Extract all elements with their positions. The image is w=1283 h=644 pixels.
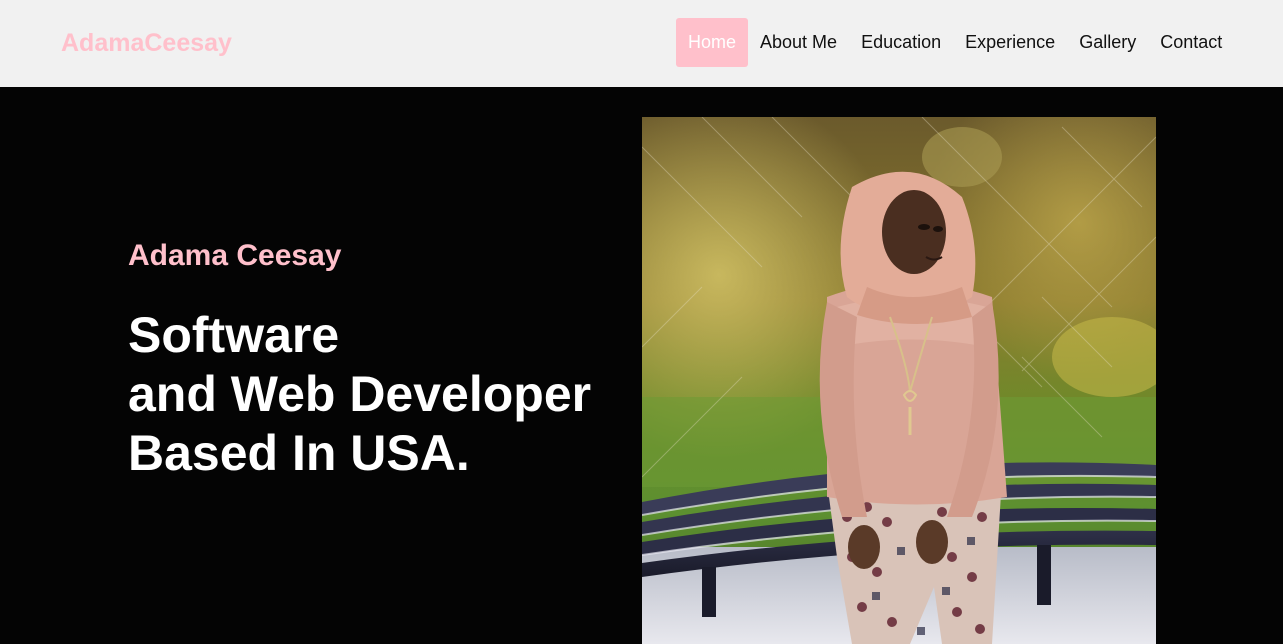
- nav-link-experience[interactable]: Experience: [953, 18, 1067, 67]
- nav-link-gallery[interactable]: Gallery: [1067, 18, 1148, 67]
- headline-line-2: and Web Developer: [128, 366, 592, 422]
- nav-menu: Home About Me Education Experience Galle…: [676, 18, 1234, 67]
- nav-link-home[interactable]: Home: [676, 18, 749, 67]
- navbar: AdamaCeesay Home About Me Education Expe…: [0, 0, 1283, 87]
- brand-logo[interactable]: AdamaCeesay: [61, 28, 232, 58]
- hero-name: Adama Ceesay: [128, 239, 342, 272]
- hero-headline: Software and Web Developer Based In USA.: [128, 306, 591, 483]
- headline-line-1: Software: [128, 307, 340, 363]
- nav-link-education[interactable]: Education: [849, 18, 953, 67]
- profile-photo: [642, 117, 1156, 644]
- nav-link-contact[interactable]: Contact: [1148, 18, 1234, 67]
- headline-line-3: Based In USA.: [128, 425, 470, 481]
- nav-link-about-me[interactable]: About Me: [748, 18, 849, 67]
